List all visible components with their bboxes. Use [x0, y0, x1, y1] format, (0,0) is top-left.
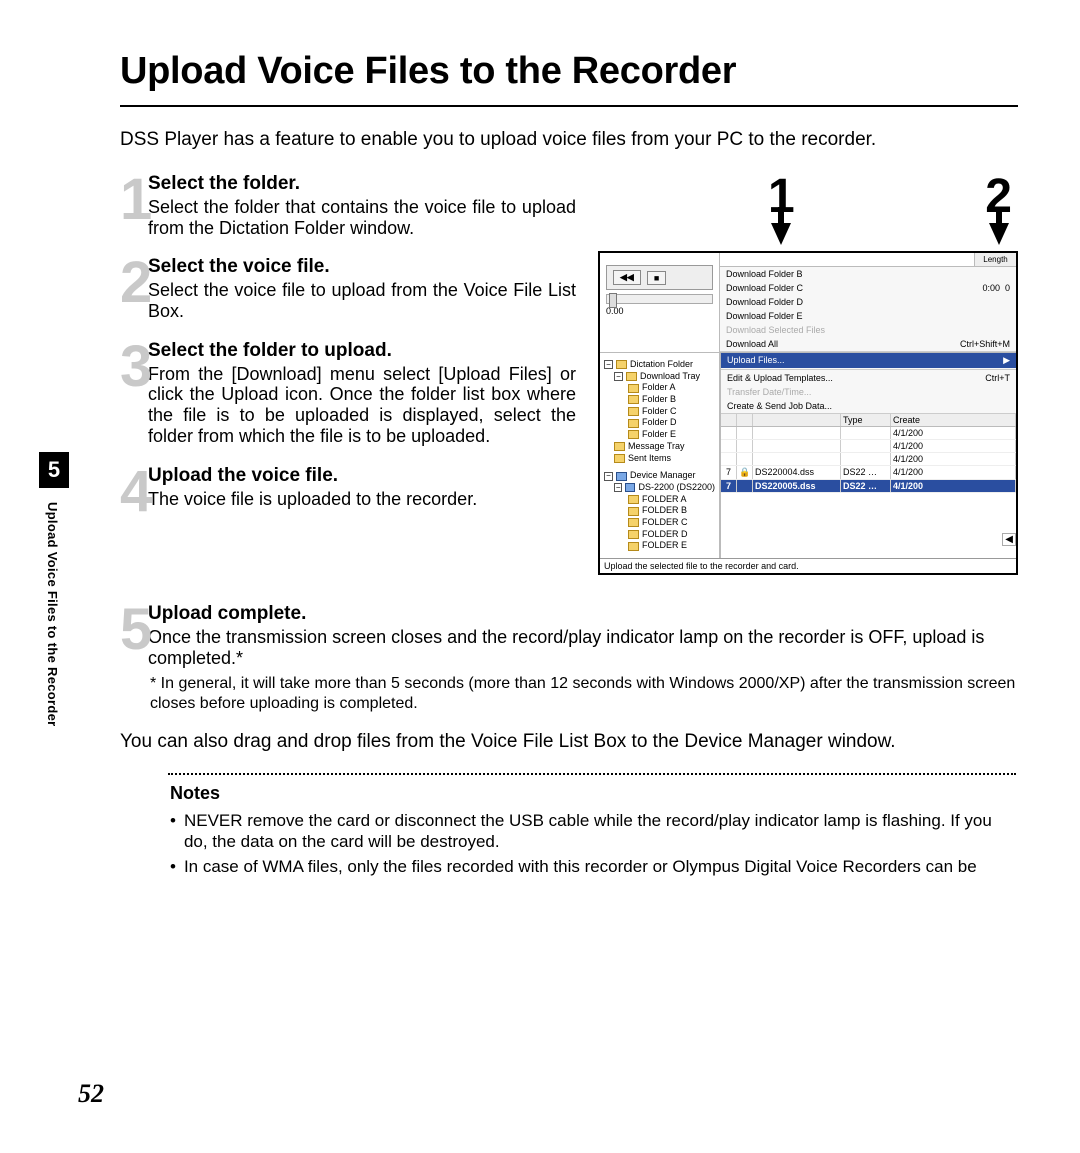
- transport-bar: ◀◀ ■: [606, 265, 713, 290]
- drag-drop-note: You can also drag and drop files from th…: [120, 731, 1018, 753]
- page-number: 52: [78, 1079, 104, 1109]
- menu-item-download-all[interactable]: Download AllCtrl+Shift+M: [720, 337, 1016, 351]
- tree-message-tray[interactable]: Message Tray: [604, 441, 715, 453]
- step-2-body: Select the voice file to upload from the…: [148, 280, 576, 321]
- menu-item-download-d[interactable]: Download Folder D: [720, 295, 1016, 309]
- menu-item-upload-files[interactable]: Upload Files... ▶: [721, 353, 1016, 368]
- status-bar: Upload the selected file to the recorder…: [600, 558, 1016, 573]
- chapter-side-label: Upload Voice Files to the Recorder: [45, 502, 60, 727]
- upload-submenu: Upload Files... ▶ Edit & Upload Template…: [721, 353, 1016, 414]
- menu-item-transfer-datetime: Transfer Date/Time...: [721, 385, 1016, 399]
- tree-download-tray[interactable]: −Download Tray: [604, 371, 715, 383]
- page-title: Upload Voice Files to the Recorder: [120, 50, 1018, 93]
- tree-folder-e[interactable]: Folder E: [604, 429, 715, 441]
- tree-sent-items[interactable]: Sent Items: [604, 453, 715, 465]
- rewind-button[interactable]: ◀◀: [613, 270, 641, 285]
- tree-dictation-folder[interactable]: −Dictation Folder: [604, 359, 715, 371]
- timecode-label: 0.00: [606, 306, 719, 316]
- step-4: 4 Upload the voice file. The voice file …: [120, 465, 576, 514]
- step-4-body: The voice file is uploaded to the record…: [148, 489, 576, 510]
- file-list: 4/1/200 4/1/200 4/1/200 7🔒DS220004.dssDS…: [721, 427, 1016, 493]
- step-1-title: Select the folder.: [148, 173, 576, 195]
- info-header: Length: [720, 253, 1016, 267]
- scroll-left-icon[interactable]: ◀: [1002, 533, 1016, 546]
- footnote-text: * In general, it will take more than 5 s…: [150, 674, 1018, 712]
- step-5-title: Upload complete.: [148, 603, 1018, 625]
- tree-device-folder-c[interactable]: FOLDER C: [604, 517, 715, 529]
- tree-device-folder-d[interactable]: FOLDER D: [604, 529, 715, 541]
- notes-list: NEVER remove the card or disconnect the …: [170, 810, 1018, 878]
- note-item: In case of WMA files, only the files rec…: [170, 856, 1018, 877]
- step-2: 2 Select the voice file. Select the voic…: [120, 256, 576, 321]
- file-row[interactable]: 4/1/200: [721, 440, 1016, 453]
- step-2-number: 2: [120, 258, 144, 323]
- tree-folder-c[interactable]: Folder C: [604, 406, 715, 418]
- note-item: NEVER remove the card or disconnect the …: [170, 810, 1018, 853]
- step-5-number: 5: [120, 605, 144, 670]
- tree-device-folder-b[interactable]: FOLDER B: [604, 505, 715, 517]
- menu-item-download-e[interactable]: Download Folder E: [720, 309, 1016, 323]
- step-3: 3 Select the folder to upload. From the …: [120, 340, 576, 447]
- menu-item-download-c[interactable]: Download Folder C0:00 0: [720, 281, 1016, 295]
- step-5-body: Once the transmission screen closes and …: [148, 627, 1018, 668]
- tree-device-folder-e[interactable]: FOLDER E: [604, 540, 715, 552]
- tree-folder-d[interactable]: Folder D: [604, 417, 715, 429]
- arrow-down-icon: [989, 223, 1009, 245]
- callout-2: 2: [985, 173, 1012, 245]
- length-label: Length: [974, 253, 1016, 266]
- file-row[interactable]: 4/1/200: [721, 427, 1016, 440]
- file-row-selected[interactable]: 7DS220005.dssDS22 …4/1/200: [721, 480, 1016, 493]
- tree-device-manager[interactable]: −Device Manager: [604, 470, 715, 482]
- intro-text: DSS Player has a feature to enable you t…: [120, 129, 1018, 151]
- file-row[interactable]: 7🔒DS220004.dssDS22 …4/1/200: [721, 466, 1016, 480]
- dss-player-window: ◀◀ ■ 0.00 Length Download Folder B Downl…: [598, 251, 1018, 575]
- playback-slider[interactable]: [606, 294, 713, 304]
- title-rule: [120, 105, 1018, 107]
- step-1-number: 1: [120, 175, 144, 240]
- chapter-number-box: 5: [39, 452, 69, 488]
- download-menu: Download Folder B Download Folder C0:00 …: [720, 267, 1016, 352]
- tree-folder-a[interactable]: Folder A: [604, 382, 715, 394]
- notes-heading: Notes: [170, 783, 1018, 804]
- menu-item-upload-templates[interactable]: Edit & Upload Templates...Ctrl+T: [721, 371, 1016, 385]
- menu-item-send-job-data[interactable]: Create & Send Job Data...: [721, 399, 1016, 413]
- step-2-title: Select the voice file.: [148, 256, 576, 278]
- filelist-header: Type Create: [721, 414, 1016, 427]
- folder-tree: −Dictation Folder −Download Tray Folder …: [604, 359, 715, 552]
- step-3-body: From the [Download] menu select [Upload …: [148, 364, 576, 447]
- step-4-number: 4: [120, 467, 144, 516]
- app-screenshot: 1 2 ◀◀ ■ 0.00: [598, 173, 1018, 575]
- step-3-number: 3: [120, 342, 144, 449]
- lock-icon: 🔒: [737, 466, 753, 479]
- tree-device-ds2200[interactable]: −DS-2200 (DS2200): [604, 482, 715, 494]
- tree-folder-b[interactable]: Folder B: [604, 394, 715, 406]
- chapter-side-tab: 5 Upload Voice Files to the Recorder: [39, 452, 69, 727]
- step-3-title: Select the folder to upload.: [148, 340, 576, 362]
- menu-item-download-b[interactable]: Download Folder B: [720, 267, 1016, 281]
- step-1: 1 Select the folder. Select the folder t…: [120, 173, 576, 238]
- step-1-body: Select the folder that contains the voic…: [148, 197, 576, 238]
- step-5: 5 Upload complete. Once the transmission…: [120, 603, 1018, 668]
- tree-device-folder-a[interactable]: FOLDER A: [604, 494, 715, 506]
- menu-item-download-selected: Download Selected Files: [720, 323, 1016, 337]
- col-type[interactable]: Type: [841, 414, 891, 426]
- dotted-divider: [168, 773, 1016, 775]
- step-4-title: Upload the voice file.: [148, 465, 576, 487]
- callout-1: 1: [768, 173, 795, 245]
- arrow-down-icon: [771, 223, 791, 245]
- stop-button[interactable]: ■: [647, 271, 666, 285]
- file-row[interactable]: 4/1/200: [721, 453, 1016, 466]
- col-create[interactable]: Create: [891, 414, 1016, 426]
